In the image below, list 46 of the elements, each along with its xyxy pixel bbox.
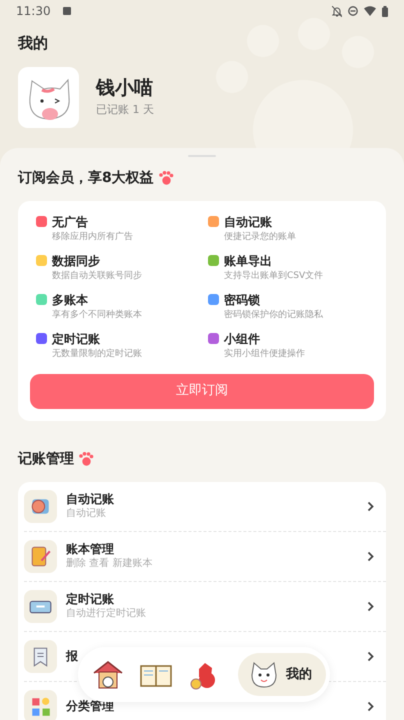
profile-name: 钱小喵 [96,79,154,98]
chevron-right-icon [367,600,374,612]
bell-off-icon [332,6,342,16]
benefit-title: 小组件 [224,332,260,346]
benefit-description: 便捷记录您的账单 [224,230,297,242]
row-title: 自动记账 [66,492,114,507]
wifi-icon [364,6,376,16]
benefit-title: 定时记账 [52,332,100,346]
page-title: 我的 [18,33,49,54]
chevron-right-icon [367,500,374,512]
benefit-description: 密码锁保护你的记账隐私 [224,308,324,320]
benefit-title: 自动记账 [224,214,272,228]
cat-avatar[interactable] [18,66,79,128]
benefit-title: 无广告 [52,214,88,228]
category-icon [24,690,57,720]
benefit-description: 移除应用内所有广告 [52,230,134,242]
chevron-right-icon [367,650,374,662]
paw-icon [158,171,174,185]
benefit-title: 多账本 [52,292,88,306]
notification-icon [62,7,71,15]
chevron-right-icon [367,701,374,712]
row-subtitle: 自动记账 [66,507,107,520]
row-title: 定时记账 [66,592,115,607]
book-icon [24,540,57,572]
benefit-description: 享有多个不同种类账本 [52,308,143,320]
status-time: 11:30 [16,3,51,20]
row-title: 账本管理 [66,542,115,557]
benefit-description: 实用小组件便捷操作 [224,348,306,360]
benefit-description: 无数量限制的定时记账 [52,348,143,360]
benefit-description: 数据自动关联账号同步 [52,270,143,282]
paw-icon [78,452,94,466]
section-title: 订阅会员，享8大权益 [18,168,154,188]
row-subtitle: 自动进行定时记账 [66,607,146,620]
profile-subtitle: 已记账 1 天 [96,104,154,115]
nav-tab-selected[interactable]: 我的 [238,653,326,696]
row-title: 报 [66,648,78,664]
battery-icon [382,6,388,16]
benefit-title: 密码锁 [224,292,260,306]
section-title: 记账管理 [18,450,74,468]
benefit-title: 账单导出 [224,254,272,268]
benefit-title: 数据同步 [52,254,100,268]
row-subtitle: 删除 查看 新建账本 [66,557,152,570]
do-not-disturb-icon [348,6,358,16]
benefit-description: 支持导出账单到CSV文件 [224,270,324,282]
report-icon [24,640,57,672]
chevron-right-icon [367,550,374,562]
